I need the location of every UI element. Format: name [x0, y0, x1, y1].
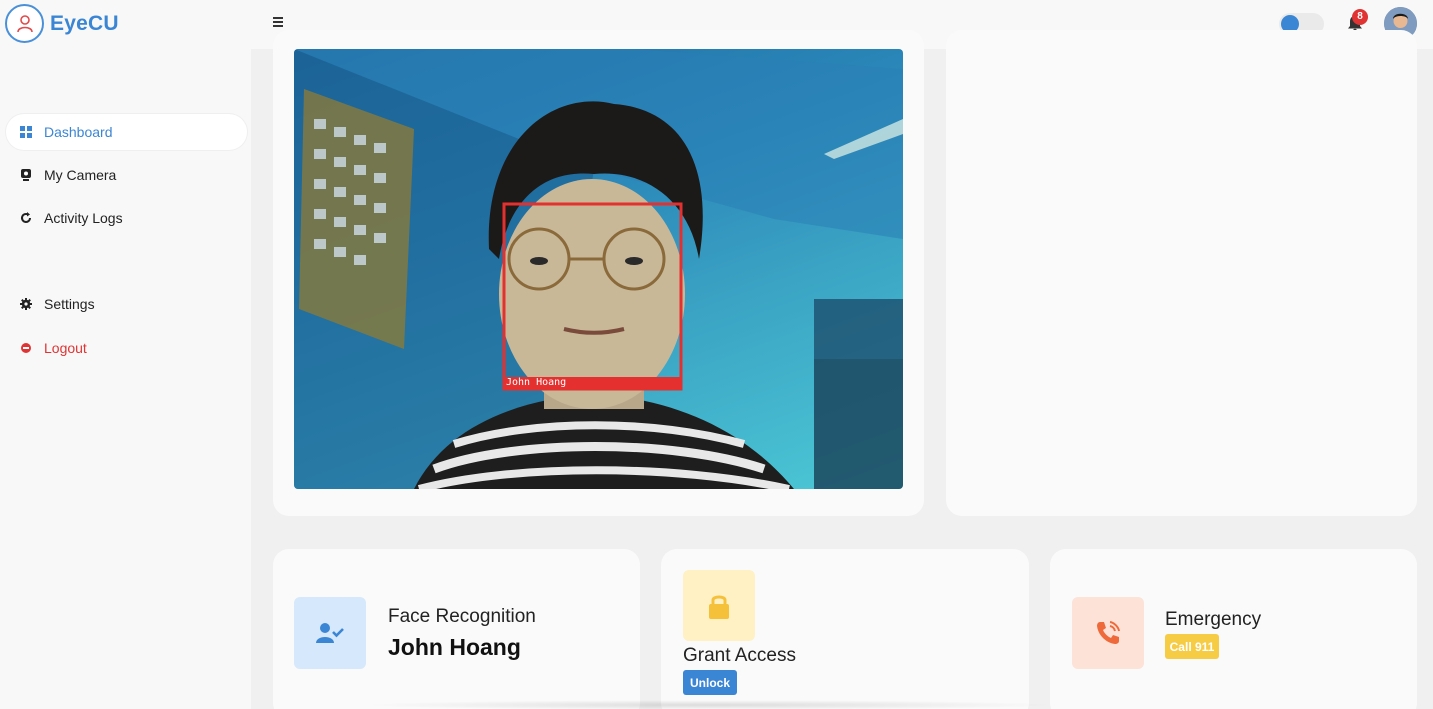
camera-feed: John Hoang [294, 49, 903, 489]
sidebar-item-label: Dashboard [44, 124, 113, 140]
bottom-shadow [360, 700, 1060, 709]
sidebar-item-label: My Camera [44, 167, 117, 183]
brand[interactable]: EyeCU [5, 4, 119, 43]
sidebar-item-label: Logout [44, 340, 87, 356]
hamburger-icon[interactable] [273, 15, 287, 31]
grant-access-title: Grant Access [683, 645, 796, 666]
unlock-button[interactable]: Unlock [683, 670, 737, 695]
lock-icon [683, 570, 755, 641]
sidebar-item-my-camera[interactable]: My Camera [6, 157, 247, 193]
user-check-icon [294, 597, 366, 669]
phone-call-icon [1072, 597, 1144, 669]
emergency-title: Emergency [1165, 609, 1262, 630]
brand-name: EyeCU [50, 11, 119, 35]
emergency-card: Emergency [1050, 549, 1417, 709]
sidebar-item-activity-logs[interactable]: Activity Logs [6, 200, 247, 236]
sidebar-item-label: Activity Logs [44, 210, 123, 226]
user-scan-icon [5, 4, 44, 43]
detected-face-label: John Hoang [506, 377, 567, 388]
sidebar-item-label: Settings [44, 296, 95, 312]
face-recognition-value: John Hoang [388, 634, 521, 660]
sidebar-header-area [0, 49, 251, 111]
logout-icon [21, 343, 31, 353]
sidebar-item-settings[interactable]: Settings [6, 286, 247, 322]
refresh-icon [21, 212, 31, 223]
grid-icon [20, 126, 32, 138]
sidebar-item-dashboard[interactable]: Dashboard [6, 114, 247, 150]
webcam-icon [21, 169, 31, 181]
face-recognition-title: Face Recognition [388, 606, 536, 627]
face-recognition-card: Face Recognition John Hoang [273, 549, 640, 709]
notification-badge: 8 [1352, 9, 1368, 25]
side-panel-card [946, 30, 1417, 516]
gear-icon [20, 298, 32, 310]
call-911-button[interactable]: Call 911 [1165, 634, 1219, 659]
sidebar-item-logout[interactable]: Logout [6, 330, 247, 366]
